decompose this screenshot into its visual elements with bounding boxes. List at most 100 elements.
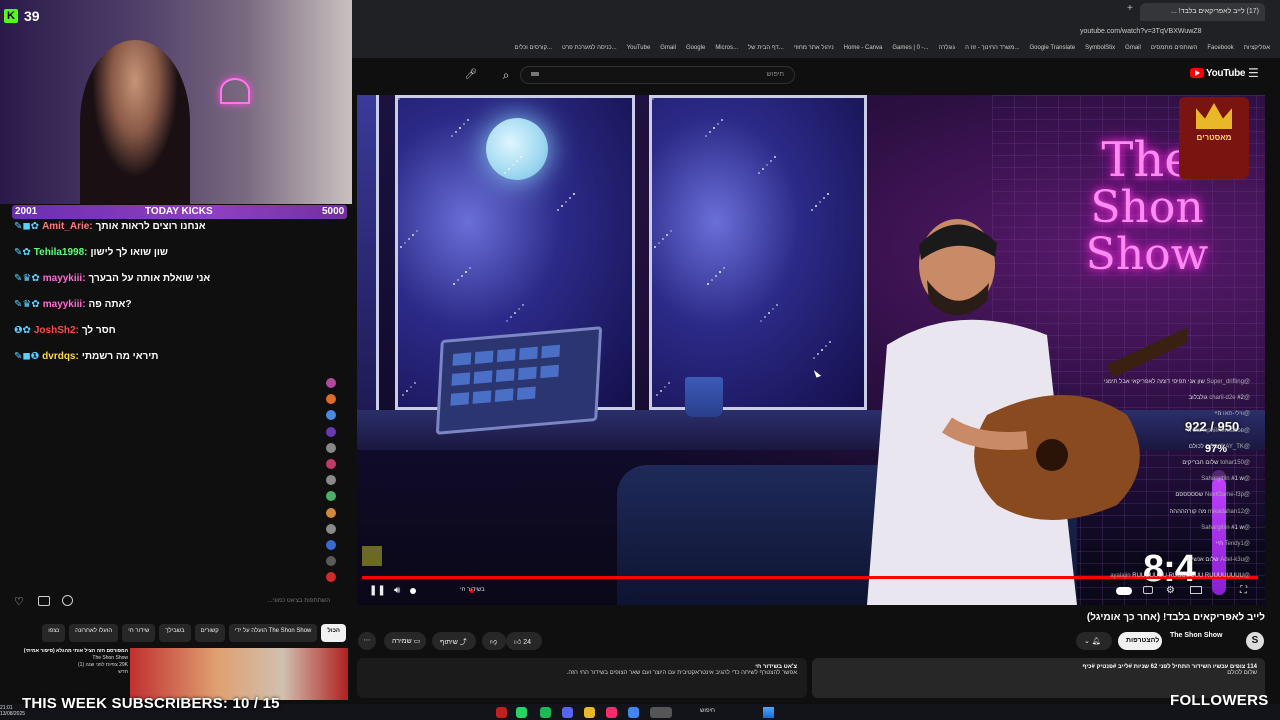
live-indicator[interactable]: בשידור חי <box>460 587 485 593</box>
share-button[interactable]: שיתוף ⤴ <box>432 632 476 650</box>
bookmark-item[interactable]: Games | 0 -... <box>892 45 928 58</box>
bookmark-item[interactable]: Google <box>686 45 705 58</box>
volume-icon[interactable]: 🔊︎ <box>394 585 400 596</box>
settings-gear-icon[interactable]: ⚙ <box>1166 585 1175 596</box>
bookmark-item[interactable]: כניסה למערכת פרט... <box>562 45 617 58</box>
like-button[interactable]: 👍︎ 24 <box>506 632 542 650</box>
chat-text: היי <box>1214 411 1222 418</box>
filter-chip[interactable]: הועלה על ידי The Shon Show <box>228 624 318 642</box>
bookmark-item[interactable]: השותפים מתמסים <box>1151 45 1198 58</box>
url-text[interactable]: youtube.com/watch?v=3TqVBXWuwZ8 <box>1080 28 1201 35</box>
star <box>400 246 402 248</box>
heart-icon[interactable]: ♡ <box>14 595 24 608</box>
new-tab-icon[interactable]: + <box>1127 3 1133 14</box>
taskbar-app-icon[interactable] <box>496 707 507 718</box>
filter-chip[interactable]: הועלו לאחרונה <box>69 624 119 642</box>
chat-avatar[interactable] <box>326 540 336 550</box>
captions-icon[interactable] <box>1143 586 1153 594</box>
star <box>404 242 406 244</box>
chat-username[interactable]: dvrdqs: <box>42 351 79 362</box>
chat-username[interactable]: @ILAY_TK <box>1220 444 1250 450</box>
dislike-button[interactable]: 👎︎ <box>482 632 506 650</box>
channel-watermark[interactable] <box>362 546 382 566</box>
youtube-chat-message: @Sahargitlin #1 w <box>1201 525 1250 531</box>
chat-avatar[interactable] <box>326 426 336 437</box>
video-player[interactable]: The Shon Show מאסטרים <box>357 95 1265 605</box>
bookmark-item[interactable]: דף הבית של... <box>748 45 784 58</box>
taskbar-search[interactable]: חיפוש <box>700 708 715 714</box>
search-input[interactable]: חיפוש <box>520 66 795 84</box>
chat-username[interactable]: @Adel-k3u <box>1220 557 1250 563</box>
chat-input[interactable] <box>90 594 330 608</box>
save-button[interactable]: שמירה ▭ <box>384 632 426 650</box>
bookmark-item[interactable]: קורסים וכלים... <box>515 45 553 58</box>
filter-chip[interactable]: הכול <box>321 624 346 642</box>
microphone-icon[interactable]: 🎤︎ <box>462 66 480 84</box>
youtube-chat-message: @NextGame-f3p שסססססם <box>1175 492 1250 498</box>
pause-icon[interactable]: ❚❚ <box>369 585 386 596</box>
video-editor-icon[interactable] <box>606 707 617 718</box>
autoplay-toggle[interactable] <box>1116 587 1132 595</box>
whatsapp-icon[interactable] <box>516 707 527 718</box>
gif-icon[interactable] <box>38 596 50 606</box>
filter-chip[interactable]: קשורים <box>194 624 225 642</box>
chat-text: תיראי מה רשמתי <box>81 351 159 362</box>
browser-tab[interactable]: (17) לייב לאפריקאים בלבד! ... <box>1140 3 1265 21</box>
bookmark-item[interactable]: Micros... <box>715 45 738 58</box>
live-chat-summary[interactable]: צ'אט בשידור חי אפשר להצטרף לשיחה כדי להג… <box>357 658 807 698</box>
chat-username[interactable]: mayykiii: <box>43 299 86 310</box>
discord-icon[interactable] <box>562 707 573 718</box>
recommended-thumbnail[interactable] <box>130 648 348 700</box>
keyboard-icon[interactable] <box>531 72 539 76</box>
bookmark-item[interactable]: Facebook <box>1207 45 1233 58</box>
chat-username[interactable]: @charil-d2e <box>1209 395 1250 401</box>
bookmark-item[interactable]: SymbolStix <box>1085 45 1115 58</box>
filter-chip[interactable]: בשבילך <box>159 624 191 642</box>
chat-avatar[interactable] <box>326 442 336 453</box>
windows-start-icon[interactable] <box>763 707 774 718</box>
chat-username[interactable]: @tohar150 <box>1220 460 1250 466</box>
notification-bell-button[interactable]: ⌄ 🔔︎ <box>1076 632 1112 650</box>
recommended-info[interactable]: המפורסם הזה הציל אותי מהגלא (סיפור אמיתי… <box>10 648 128 676</box>
bookmark-item[interactable]: Gmail <box>660 45 676 58</box>
subscribe-button[interactable]: להצטרפות <box>1118 632 1162 650</box>
chat-username[interactable]: @ווילי-תאו <box>1223 411 1250 417</box>
filter-chip[interactable]: שידור חי <box>122 624 156 642</box>
chat-avatar[interactable] <box>326 378 336 388</box>
spotify-icon[interactable] <box>540 707 551 718</box>
emoji-icon[interactable] <box>62 595 73 606</box>
bookmark-item[interactable]: YouTube <box>627 45 651 58</box>
channel-avatar[interactable]: S <box>1246 632 1264 650</box>
hamburger-menu-icon[interactable]: ☰ <box>1248 66 1259 80</box>
chat-username[interactable]: JoshSh2: <box>34 325 79 336</box>
chat-avatar[interactable] <box>326 523 336 534</box>
chat-username[interactable]: @ВалерийПенкасов <box>1193 428 1250 434</box>
bookmark-item[interactable]: גוגלרה <box>939 45 956 58</box>
fullscreen-icon[interactable]: ⛶ <box>1240 585 1247 596</box>
chat-username[interactable]: @Tendy1 <box>1225 541 1250 547</box>
bookmark-item[interactable]: משרד החינוך - זוז ה... <box>965 45 1019 58</box>
bookmark-item[interactable]: Google Translate <box>1029 45 1075 58</box>
search-icon[interactable]: ⌕ <box>494 66 518 84</box>
file-explorer-icon[interactable] <box>584 707 595 718</box>
filter-chip[interactable]: נצפו <box>42 624 66 642</box>
chat-username[interactable]: @mikadahan12 <box>1208 509 1250 515</box>
chrome-icon[interactable] <box>628 707 639 718</box>
chat-username[interactable]: Amit_Arie: <box>42 221 93 232</box>
theater-mode-icon[interactable] <box>1190 586 1202 594</box>
more-options-icon[interactable]: ⋯ <box>358 632 376 650</box>
chat-username[interactable]: mayykiii: <box>43 273 86 284</box>
chat-avatar[interactable] <box>326 507 336 518</box>
youtube-logo[interactable]: YouTube <box>1190 68 1246 79</box>
volume-slider[interactable] <box>410 588 416 594</box>
bookmark-item[interactable]: Gmail <box>1125 45 1141 58</box>
bookmark-item[interactable]: Home - Canva <box>844 45 883 58</box>
chat-avatar[interactable] <box>326 459 336 469</box>
chat-username[interactable]: Tehila1998: <box>34 247 88 258</box>
bookmark-item[interactable]: ניהול אתר מחוזי <box>794 45 834 58</box>
taskbar-window-thumb[interactable] <box>650 707 672 718</box>
channel-name[interactable]: The Shon Show <box>1170 632 1223 639</box>
bookmark-item[interactable]: אפליקציות <box>1244 45 1270 58</box>
chat-username[interactable]: @NextGame-f3p <box>1205 492 1250 498</box>
chat-username[interactable]: @Super_drifting <box>1207 379 1250 385</box>
